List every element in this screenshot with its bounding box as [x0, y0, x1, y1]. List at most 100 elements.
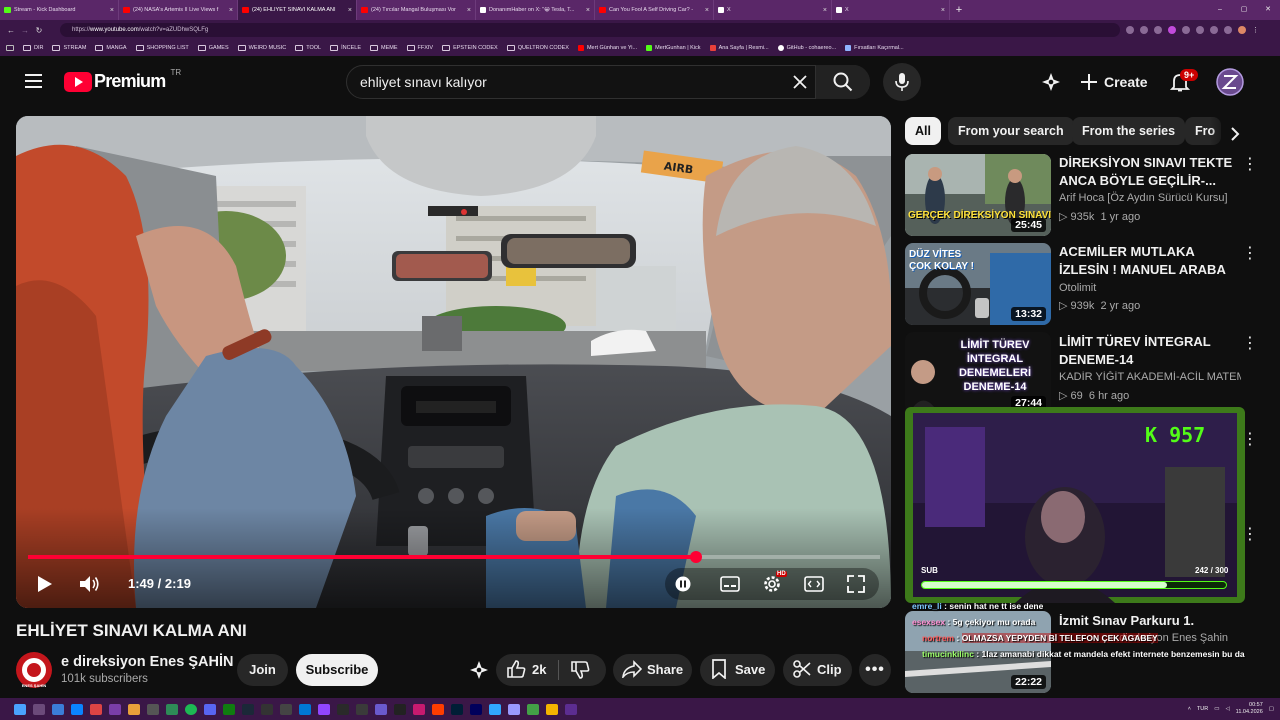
progress-scrubber[interactable] [689, 551, 702, 563]
extension-icon[interactable] [1182, 26, 1190, 34]
tab-close-icon[interactable]: × [110, 7, 114, 14]
bookmark-site[interactable]: Mert Günhan ve Yi... [577, 45, 637, 51]
chip-from-your-search[interactable]: From your search [948, 117, 1074, 145]
more-options-icon[interactable]: ⋮ [1242, 243, 1258, 263]
taskbar-app-icon[interactable] [393, 703, 406, 715]
hamburger-menu-icon[interactable] [24, 72, 44, 90]
bookmark-folder[interactable]: İNCELE [330, 45, 361, 51]
star-icon[interactable] [1154, 26, 1162, 34]
maximize-button[interactable]: ▢ [1232, 0, 1256, 20]
bookmark-site[interactable]: GitHub - cohaereo... [777, 45, 836, 51]
tray-clock[interactable]: 00:57 11.04.2026 [1236, 702, 1263, 716]
bookmark-site[interactable]: Ana Sayfa | Resmi... [709, 45, 769, 51]
volume-icon[interactable] [79, 574, 101, 594]
dislike-thumb-icon[interactable] [570, 660, 590, 680]
more-actions-button[interactable]: ••• [859, 654, 891, 686]
taskbar-app-icon[interactable] [89, 703, 102, 715]
like-thumb-icon[interactable] [506, 659, 526, 679]
more-options-icon[interactable]: ⋮ [1242, 333, 1258, 353]
related-title[interactable]: İzmit Sınav Parkuru 1. Güzergah [1059, 612, 1235, 630]
taskbar-app-icon[interactable] [241, 703, 254, 715]
fullscreen-icon[interactable] [847, 575, 865, 593]
tab-close-icon[interactable]: × [467, 7, 471, 14]
theater-mode-icon[interactable] [804, 576, 824, 592]
close-window-button[interactable]: ✕ [1256, 0, 1280, 20]
taskbar-app-icon[interactable] [32, 703, 45, 715]
taskbar-app-icon[interactable] [545, 703, 558, 715]
browser-tab[interactable]: (24) NASA's Artemis II Live Views f × [119, 0, 238, 20]
taskbar-app-icon[interactable] [222, 703, 235, 715]
tray-chevron-icon[interactable]: ˄ [1188, 706, 1191, 712]
menu-dots-icon[interactable]: ⋮ [1252, 26, 1259, 34]
bookmark-apps-icon[interactable] [6, 45, 14, 51]
speaker-icon[interactable]: ◁ [1225, 706, 1229, 712]
taskbar-app-icon[interactable] [165, 703, 178, 715]
profile-avatar-icon[interactable] [1238, 26, 1246, 34]
bookmark-folder[interactable]: DIR [23, 45, 43, 51]
taskbar-app-icon[interactable] [412, 703, 425, 715]
bookmark-folder[interactable]: SHOPPING LIST [135, 45, 189, 51]
clear-search-icon[interactable] [792, 74, 808, 90]
taskbar-app-icon[interactable] [431, 703, 444, 715]
taskbar-app-icon[interactable] [260, 703, 273, 715]
ask-sparkle-icon[interactable] [469, 660, 489, 680]
taskbar-app-icon[interactable] [526, 703, 539, 715]
extension-icon[interactable] [1210, 26, 1218, 34]
bookmark-site[interactable]: MertGunhan | Kick [646, 45, 701, 51]
related-channel[interactable]: Otolimit [1059, 282, 1096, 294]
related-thumbnail[interactable]: GERÇEK DİREKSİYON SINAVI 25:45 [905, 154, 1051, 236]
taskbar-app-icon[interactable] [108, 703, 121, 715]
reload-icon[interactable]: ↻ [32, 26, 46, 35]
progress-bar[interactable] [28, 551, 880, 563]
video-player[interactable]: AIRB 1:49 / 2:19 HD [16, 116, 891, 608]
more-options-icon[interactable]: ⋮ [1242, 154, 1258, 174]
taskbar-app-icon[interactable] [374, 703, 387, 715]
forward-icon[interactable]: → [18, 26, 32, 35]
tab-close-icon[interactable]: × [823, 7, 827, 14]
tab-close-icon[interactable]: × [229, 7, 233, 14]
chip-from-the-series[interactable]: From the series [1072, 117, 1186, 145]
chevron-right-icon[interactable] [1229, 126, 1241, 142]
autoplay-pause-icon[interactable] [675, 576, 691, 592]
taskbar-app-icon[interactable] [298, 703, 311, 715]
extension-icon[interactable] [1196, 26, 1204, 34]
taskbar-app-icon[interactable] [355, 703, 368, 715]
browser-tab[interactable]: Stream - Kick Dashboard × [0, 0, 119, 20]
taskbar-app-icon[interactable] [336, 703, 349, 715]
related-title[interactable]: LİMİT TÜREV İNTEGRAL DENEME-14 [1059, 333, 1235, 369]
settings-gear-icon[interactable] [762, 574, 782, 594]
minimize-button[interactable]: – [1208, 0, 1232, 20]
related-thumbnail[interactable]: LİMİT TÜREV İNTEGRAL DENEMELERİ DENEME-1… [905, 332, 1051, 414]
ask-sparkle-icon[interactable] [1041, 72, 1061, 92]
bookmark-folder[interactable]: TOOL [295, 45, 321, 51]
bookmark-site[interactable]: Fırsatları Kaçırmal... [845, 45, 904, 51]
account-avatar[interactable] [1216, 68, 1244, 96]
tab-close-icon[interactable]: × [586, 7, 590, 14]
windows-start-icon[interactable] [13, 703, 26, 715]
tab-close-icon[interactable]: × [348, 7, 352, 14]
taskbar-app-icon[interactable] [450, 703, 463, 715]
url-bar[interactable]: https://www.youtube.com/watch?v=aZUDhwSQ… [60, 23, 1120, 37]
taskbar-app-icon[interactable] [127, 703, 140, 715]
browser-tab[interactable]: Can You Fool A Self Driving Car? - × [595, 0, 714, 20]
browser-tab[interactable]: X × [714, 0, 832, 20]
taskbar-app-icon[interactable] [507, 703, 520, 715]
taskbar-app-icon[interactable] [70, 703, 83, 715]
taskbar-app-icon[interactable] [146, 703, 159, 715]
taskbar-app-icon[interactable] [564, 703, 577, 715]
taskbar-app-icon[interactable] [279, 703, 292, 715]
taskbar-app-icon[interactable] [51, 703, 64, 715]
browser-tab-active[interactable]: (24) EHLİYET SINAVI KALMA ANI × [238, 0, 357, 20]
subtitles-icon[interactable] [720, 576, 740, 592]
related-channel[interactable]: Arif Hoca [Öz Aydın Sürücü Kursu] [1059, 192, 1228, 204]
related-channel[interactable]: KADİR YİĞİT AKADEMİ-ACİL MATEMATİK [1059, 371, 1241, 383]
notification-center-icon[interactable]: ▢ [1269, 706, 1274, 712]
bookmark-folder[interactable]: QUELTRON CODEX [506, 45, 569, 51]
bookmark-folder[interactable]: MEME [370, 45, 398, 51]
extension-icon[interactable] [1168, 26, 1176, 34]
tab-close-icon[interactable]: × [705, 7, 709, 14]
related-thumbnail[interactable]: DÜZ VİTES ÇOK KOLAY ! 13:32 [905, 243, 1051, 325]
bookmark-folder[interactable]: WEIRD MUSIC [237, 45, 286, 51]
play-icon[interactable] [37, 575, 53, 593]
bookmark-folder[interactable]: FFXIV [406, 45, 433, 51]
